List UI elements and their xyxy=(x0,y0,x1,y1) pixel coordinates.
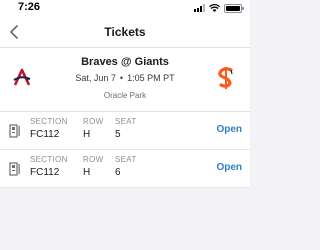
section-value: FC112 xyxy=(30,167,60,178)
seat-column: SEAT 5 xyxy=(115,117,137,142)
status-icons xyxy=(194,3,244,13)
ticket-row[interactable]: SECTION FC112 ROW H SEAT 5 Open xyxy=(0,112,250,150)
separator-dot: • xyxy=(119,73,124,83)
row-label: ROW xyxy=(83,155,104,164)
seat-label: SEAT xyxy=(115,155,137,164)
open-ticket-button[interactable]: Open xyxy=(216,124,242,135)
row-label: ROW xyxy=(83,117,104,126)
event-date: Sat, Jun 7 xyxy=(75,73,116,83)
status-bar: 7:26 xyxy=(0,0,250,16)
row-value: H xyxy=(83,129,91,140)
event-card: Braves @ Giants Sat, Jun 7 • 1:05 PM PT Or… xyxy=(0,48,250,112)
event-venue: Oracle Park xyxy=(103,91,147,100)
navigation-bar: Tickets xyxy=(0,16,250,48)
ticket-list: SECTION FC112 ROW H SEAT 5 Open SECTION … xyxy=(0,112,250,188)
event-datetime: Sat, Jun 7 • 1:05 PM PT xyxy=(0,73,250,83)
seat-column: SEAT 6 xyxy=(115,155,137,180)
section-column: SECTION FC112 xyxy=(30,155,68,180)
ticket-icon xyxy=(9,162,20,176)
page-title: Tickets xyxy=(104,25,146,39)
row-column: ROW H xyxy=(83,117,103,142)
section-column: SECTION FC112 xyxy=(30,117,68,142)
seat-label: SEAT xyxy=(115,117,137,126)
giants-logo-icon xyxy=(218,67,233,89)
section-value: FC112 xyxy=(30,129,60,140)
row-column: ROW H xyxy=(83,155,103,180)
ticket-row[interactable]: SECTION FC112 ROW H SEAT 6 Open xyxy=(0,150,250,188)
cellular-signal-icon xyxy=(194,4,205,12)
seat-value: 5 xyxy=(115,129,121,140)
open-ticket-button[interactable]: Open xyxy=(216,162,242,173)
event-title: Braves @ Giants xyxy=(81,56,169,68)
section-label: SECTION xyxy=(30,155,68,164)
wifi-icon xyxy=(209,3,220,12)
ticket-icon xyxy=(9,124,20,138)
battery-icon xyxy=(224,3,244,13)
event-time: 1:05 PM PT xyxy=(127,73,175,83)
section-label: SECTION xyxy=(30,117,68,126)
status-time: 7:26 xyxy=(18,1,41,13)
seat-value: 6 xyxy=(115,167,121,178)
row-value: H xyxy=(83,167,91,178)
